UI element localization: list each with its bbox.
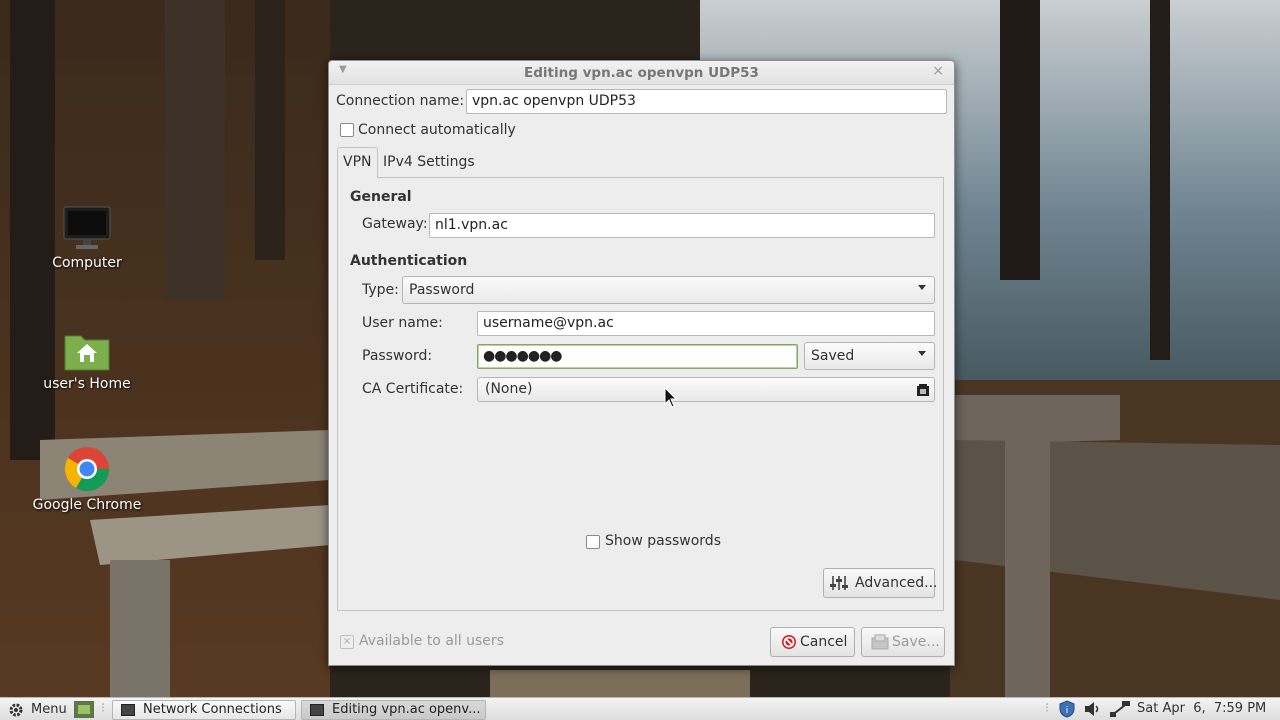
connection-name-input[interactable]: vpn.ac openvpn UDP53 (466, 89, 947, 114)
connection-name-label: Connection name: (336, 93, 465, 109)
close-icon[interactable]: × (932, 63, 944, 79)
show-desktop-icon[interactable] (74, 701, 94, 718)
desktop-icon-home[interactable]: user's Home (27, 330, 147, 392)
desktop-icon-label: Computer (52, 255, 122, 271)
save-icon (871, 634, 889, 650)
dialog-title: Editing vpn.ac openvpn UDP53 (524, 65, 759, 81)
cancel-button[interactable]: Cancel (770, 627, 855, 657)
desktop-icon-label: Google Chrome (32, 497, 142, 513)
panel-separator-icon: ⁝ (101, 701, 106, 716)
shield-icon[interactable]: i (1059, 700, 1075, 718)
dialog-titlebar[interactable]: ▼ Editing vpn.ac openvpn UDP53 × (329, 61, 954, 85)
cancel-button-label: Cancel (800, 634, 848, 650)
vpn-tab-panel: General Gateway: nl1.vpn.ac Authenticati… (337, 177, 944, 611)
tab-ipv4-settings[interactable]: IPv4 Settings (378, 148, 480, 176)
tab-vpn[interactable]: VPN (337, 147, 378, 178)
type-label: Type: (362, 282, 399, 298)
authentication-heading: Authentication (350, 253, 468, 269)
password-storage-value: Saved (811, 348, 855, 364)
taskbar-item-network-connections[interactable]: Network Connections (112, 700, 296, 720)
ca-certificate-chooser[interactable]: (None) (477, 377, 935, 402)
available-all-users-label: Available to all users (359, 633, 504, 649)
ca-certificate-label: CA Certificate: (362, 381, 464, 397)
desktop-icon-chrome[interactable]: Google Chrome (27, 445, 147, 513)
advanced-button-label: Advanced... (855, 575, 938, 591)
auth-type-select[interactable]: Password (402, 276, 935, 304)
ca-certificate-value: (None) (485, 381, 533, 397)
chrome-icon (64, 447, 109, 491)
cancel-icon (782, 635, 796, 649)
monitor-icon (63, 206, 111, 249)
gateway-label: Gateway: (362, 216, 428, 232)
clock[interactable]: Sat Apr 6, 7:59 PM (1137, 701, 1266, 716)
gear-icon (9, 703, 23, 717)
mouse-cursor-icon (664, 387, 678, 408)
home-folder-icon (64, 335, 110, 371)
show-passwords-checkbox[interactable] (586, 535, 600, 549)
username-input[interactable]: username@vpn.ac (477, 311, 935, 336)
menu-button[interactable]: Menu (6, 700, 68, 720)
connect-automatically-label[interactable]: Connect automatically (358, 122, 516, 138)
password-input[interactable]: ●●●●●●● (477, 344, 798, 369)
menu-label: Menu (31, 702, 67, 717)
taskbar-item-editing-vpn[interactable]: Editing vpn.ac openv... (301, 700, 486, 720)
panel-separator-icon: ⁝ (1045, 701, 1050, 716)
save-button-label: Save... (892, 634, 940, 650)
advanced-button[interactable]: Advanced... (823, 568, 938, 598)
file-chooser-icon (917, 384, 929, 396)
password-storage-select[interactable]: Saved (804, 342, 935, 370)
username-label: User name: (362, 315, 443, 331)
save-button[interactable]: Save... (861, 627, 945, 657)
available-all-users-checkbox: × (340, 635, 354, 649)
svg-text:i: i (1066, 706, 1069, 716)
network-window-icon (310, 704, 324, 716)
taskbar: Menu ⁝ Network Connections Editing vpn.a… (0, 697, 1280, 720)
task-label: Network Connections (143, 702, 282, 717)
desktop-icon-computer[interactable]: Computer (27, 205, 147, 271)
task-label: Editing vpn.ac openv... (332, 702, 481, 717)
network-icon[interactable] (1109, 700, 1131, 718)
auth-type-value: Password (409, 282, 475, 298)
connect-automatically-checkbox[interactable] (340, 123, 354, 137)
network-window-icon (121, 704, 135, 716)
settings-sliders-icon (830, 576, 848, 590)
chevron-down-icon (918, 285, 926, 290)
volume-icon[interactable] (1084, 701, 1102, 717)
password-label: Password: (362, 348, 433, 364)
general-heading: General (350, 189, 412, 205)
gateway-input[interactable]: nl1.vpn.ac (429, 213, 935, 238)
show-passwords-label[interactable]: Show passwords (605, 533, 721, 549)
edit-connection-dialog: ▼ Editing vpn.ac openvpn UDP53 × Connect… (328, 60, 955, 666)
desktop-icon-label: user's Home (43, 376, 131, 392)
chevron-down-icon (918, 351, 926, 356)
